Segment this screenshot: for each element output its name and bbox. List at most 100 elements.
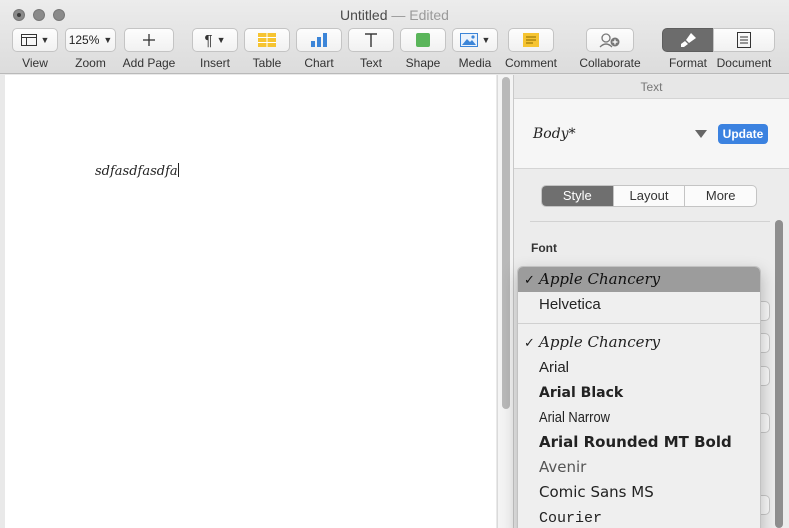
text-control[interactable]: Text (348, 28, 394, 70)
shape-square-icon (416, 33, 430, 47)
font-name: Helvetica (539, 296, 601, 313)
tab-more[interactable]: More (684, 186, 756, 206)
font-family-menu: ✓ Apple Chancery Helvetica ✓ Apple Chanc… (517, 266, 761, 528)
chevron-down-icon: ▼ (216, 35, 226, 45)
collaborate-label: Collaborate (579, 56, 641, 70)
font-name: Comic Sans MS (539, 483, 654, 501)
toolbar: Untitled — Edited ▼ View 125% ▼ Zoom Add… (0, 0, 789, 74)
document-label: Document (716, 56, 772, 70)
format-label: Format (668, 56, 707, 70)
document-body-text[interactable]: sdfasdfasdfa (95, 163, 179, 179)
tab-style[interactable]: Style (542, 186, 613, 206)
text-button[interactable] (348, 28, 394, 52)
view-label: View (22, 56, 48, 70)
zoom-label: Zoom (75, 56, 106, 70)
font-menu-item-arial-rounded-mt-bold[interactable]: Arial Rounded MT Bold (518, 430, 760, 455)
paintbrush-icon (681, 33, 696, 47)
comment-label: Comment (504, 56, 557, 70)
text-box-icon (365, 33, 377, 47)
add-page-button[interactable] (124, 28, 174, 52)
font-name: Arial Narrow (539, 409, 610, 426)
font-menu-item-apple-chancery[interactable]: ✓ Apple Chancery (518, 330, 760, 355)
font-name: Arial Black (539, 385, 624, 401)
font-menu-item-arial-black[interactable]: Arial Black (518, 380, 760, 405)
shape-button[interactable] (400, 28, 446, 52)
font-section-label: Font (531, 241, 557, 255)
paragraph-icon: ¶ (204, 31, 213, 49)
font-menu-item-recent-apple-chancery[interactable]: ✓ Apple Chancery (518, 267, 760, 292)
chart-icon (311, 33, 327, 47)
inspector-scrollbar[interactable] (775, 220, 783, 528)
font-menu-item-avenir[interactable]: Avenir (518, 455, 760, 480)
table-icon (258, 33, 276, 47)
chart-control[interactable]: Chart (296, 28, 342, 70)
tab-layout[interactable]: Layout (612, 186, 685, 206)
insert-button[interactable]: ¶ ▼ (192, 28, 238, 52)
font-name: Courier (539, 510, 603, 527)
document-scrollbar[interactable] (497, 75, 513, 528)
chevron-down-icon: ▼ (481, 35, 491, 45)
media-button[interactable]: ▼ (452, 28, 498, 52)
chevron-down-icon: ▼ (40, 35, 50, 45)
paragraph-style-name[interactable]: Body* (533, 126, 576, 142)
font-name: Arial Rounded MT Bold (539, 433, 732, 451)
document-name: Untitled (340, 7, 388, 23)
font-name: Apple Chancery (539, 333, 661, 351)
add-page-control[interactable]: Add Page (122, 28, 176, 70)
zoom-control[interactable]: 125% ▼ Zoom (65, 28, 116, 70)
sidebar-view-icon (20, 34, 37, 46)
media-control[interactable]: ▼ Media (452, 28, 498, 70)
format-button[interactable] (662, 28, 714, 52)
font-menu-item-courier[interactable]: Courier (518, 505, 760, 528)
checkmark-icon: ✓ (524, 272, 535, 287)
photo-icon (459, 33, 478, 47)
chart-button[interactable] (296, 28, 342, 52)
shape-label: Shape (405, 56, 441, 70)
insert-label: Insert (199, 56, 230, 70)
font-name: Apple Chancery (539, 270, 661, 288)
comment-note-icon (523, 33, 539, 47)
font-name: Arial (539, 359, 570, 376)
paragraph-style-dropdown-icon[interactable] (695, 130, 707, 138)
edited-status: — Edited (391, 7, 449, 23)
inspector-divider (530, 221, 770, 222)
font-menu-item-comic-sans-ms[interactable]: Comic Sans MS (518, 480, 760, 505)
plus-icon (143, 34, 155, 46)
inspector-tabs: Style Layout More (541, 185, 757, 207)
shape-control[interactable]: Shape (400, 28, 446, 70)
font-menu-item-arial-narrow[interactable]: Arial Narrow (518, 405, 760, 430)
font-menu-item-recent-helvetica[interactable]: Helvetica (518, 292, 760, 317)
collaborate-button[interactable] (586, 28, 634, 52)
font-name: Avenir (539, 458, 587, 476)
insert-control[interactable]: ¶ ▼ Insert (192, 28, 238, 70)
document-scrollbar-thumb[interactable] (502, 77, 510, 409)
comment-control[interactable]: Comment (503, 28, 559, 70)
format-control[interactable]: Format (662, 28, 714, 70)
table-button[interactable] (244, 28, 290, 52)
zoom-value: 125% (68, 33, 100, 47)
font-menu-item-arial[interactable]: Arial (518, 355, 760, 380)
view-button[interactable]: ▼ (12, 28, 58, 52)
collaborate-control[interactable]: Collaborate (578, 28, 642, 70)
chevron-down-icon: ▼ (103, 35, 113, 45)
document-page-icon (737, 32, 751, 48)
view-control[interactable]: ▼ View (12, 28, 58, 70)
comment-button[interactable] (508, 28, 554, 52)
document-control[interactable]: Document (713, 28, 775, 70)
chart-label: Chart (304, 56, 334, 70)
checkmark-icon: ✓ (524, 335, 535, 350)
menu-separator (518, 323, 760, 324)
update-style-button[interactable]: Update (718, 124, 768, 144)
table-label: Table (252, 56, 282, 70)
window-title: Untitled — Edited (0, 7, 789, 23)
table-control[interactable]: Table (244, 28, 290, 70)
zoom-popup[interactable]: 125% ▼ (65, 28, 116, 52)
text-label: Text (359, 56, 382, 70)
document-canvas[interactable]: sdfasdfasdfa (5, 75, 496, 528)
document-button[interactable] (713, 28, 775, 52)
body-text-content: sdfasdfasdfa (95, 164, 178, 179)
paragraph-style-row: Body* Update (514, 99, 789, 169)
add-page-label: Add Page (122, 56, 176, 70)
inspector-header: Text (514, 75, 789, 99)
collaborate-people-icon (599, 33, 620, 48)
